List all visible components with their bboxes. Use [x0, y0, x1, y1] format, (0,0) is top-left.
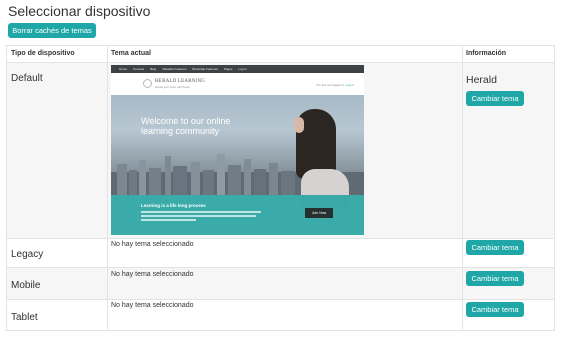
current-theme-name: Herald — [466, 74, 497, 86]
no-theme-text: No hay tema seleccionado — [111, 271, 194, 278]
row-divider — [7, 238, 554, 239]
preview-band-text — [141, 215, 256, 217]
preview-band-text — [141, 219, 196, 221]
header-information: Información — [466, 50, 507, 57]
preview-nav-item: Home — [119, 67, 128, 71]
page-title: Seleccionar dispositivo — [8, 3, 151, 19]
no-theme-text: No hay tema seleccionado — [111, 241, 194, 248]
device-theme-table: Tipo de dispositivo Tema actual Informac… — [6, 45, 555, 331]
logo-icon — [143, 79, 152, 88]
no-theme-text: No hay tema seleccionado — [111, 302, 194, 309]
preview-logo-subtitle: Moodle goes better with Herald — [155, 86, 190, 89]
preview-band-title: Learning is a life long process — [141, 203, 206, 208]
preview-nav-item: Blog — [150, 67, 157, 71]
row-divider — [7, 267, 554, 268]
header-device-type: Tipo de dispositivo — [11, 50, 75, 57]
preview-nav-item: Log in — [238, 67, 247, 71]
preview-join-button: Join Now — [305, 208, 333, 218]
theme-preview-screenshot: Home Courses Blog Valuable Features Boot… — [111, 65, 364, 235]
preview-band-text — [141, 211, 261, 213]
change-theme-button-default[interactable]: Cambiar tema — [466, 91, 524, 106]
person-face-image — [294, 117, 304, 133]
purge-theme-caches-button[interactable]: Borrar cachés de temas — [8, 23, 96, 38]
preview-nav: Home Courses Blog Valuable Features Boot… — [111, 65, 364, 73]
column-divider — [462, 46, 463, 330]
change-theme-button-legacy[interactable]: Cambiar tema — [466, 240, 524, 255]
device-name-mobile: Mobile — [11, 280, 41, 291]
change-theme-button-tablet[interactable]: Cambiar tema — [466, 302, 524, 317]
device-name-tablet: Tablet — [11, 312, 38, 323]
row-divider — [7, 62, 554, 63]
preview-logo: HERALD LEARNING — [155, 79, 206, 84]
preview-nav-item: Courses — [133, 67, 145, 71]
header-current-theme: Tema actual — [111, 50, 151, 57]
device-name-legacy: Legacy — [11, 249, 44, 260]
column-divider — [107, 46, 108, 330]
preview-hero: Welcome to our online learning community — [111, 95, 364, 209]
preview-nav-item: Valuable Features — [162, 67, 187, 71]
device-name-default: Default — [11, 73, 43, 84]
preview-header: HERALD LEARNING Moodle goes better with … — [111, 73, 364, 95]
preview-hero-title: Welcome to our online learning community — [141, 116, 231, 136]
change-theme-button-mobile[interactable]: Cambiar tema — [466, 271, 524, 286]
preview-nav-item: Bootstrap Features — [192, 67, 218, 71]
preview-nav-item: Pages — [223, 67, 233, 71]
row-divider — [7, 299, 554, 300]
preview-login-info: You are not logged in. Log in — [315, 83, 354, 87]
